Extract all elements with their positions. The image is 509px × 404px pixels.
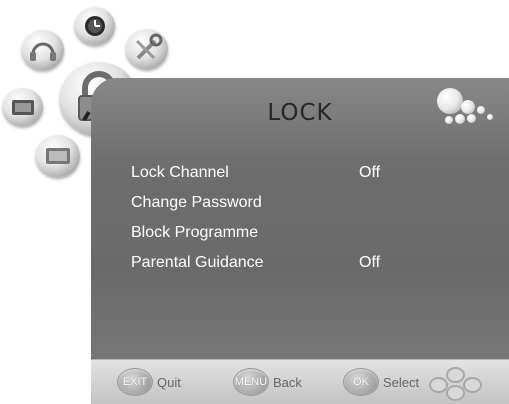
menu-item-label: Block Programme <box>131 224 259 241</box>
menu-item-label: Change Password <box>131 194 262 211</box>
ok-hint-label: Select <box>383 374 420 390</box>
menu-hint-label: Back <box>273 374 302 390</box>
menu-item-lock-channel[interactable]: Lock Channel Off <box>131 158 491 188</box>
exit-hint-label: Quit <box>157 374 181 390</box>
menu-button[interactable]: MENU <box>233 368 269 396</box>
menu-item-label: Parental Guidance <box>131 254 264 271</box>
page-title: LOCK <box>267 100 333 126</box>
ok-hint[interactable]: OK Select <box>343 368 419 396</box>
menu-item-block-programme[interactable]: Block Programme <box>131 218 491 248</box>
lock-menu-panel: LOCK Lock Channel Off Change Password Bl… <box>91 78 509 404</box>
menu-item-value: Off <box>359 254 381 271</box>
exit-hint[interactable]: EXIT Quit <box>117 368 181 396</box>
lock-menu-list: Lock Channel Off Change Password Block P… <box>131 158 491 278</box>
footer-hint-bar: EXIT Quit MENU Back OK Select <box>91 359 509 404</box>
exit-button[interactable]: EXIT <box>117 368 153 396</box>
menu-item-change-password[interactable]: Change Password <box>131 188 491 218</box>
menu-item-label: Lock Channel <box>131 164 229 181</box>
menu-hint[interactable]: MENU Back <box>233 368 302 396</box>
menu-item-value: Off <box>359 164 381 181</box>
channel-icon[interactable] <box>3 88 43 126</box>
picture-icon[interactable] <box>36 135 80 177</box>
menu-item-parental-guidance[interactable]: Parental Guidance Off <box>131 248 491 278</box>
audio-icon[interactable] <box>22 30 64 70</box>
ok-button[interactable]: OK <box>343 368 379 396</box>
clock-icon[interactable] <box>75 7 115 45</box>
navigation-dpad-icon <box>429 367 482 401</box>
